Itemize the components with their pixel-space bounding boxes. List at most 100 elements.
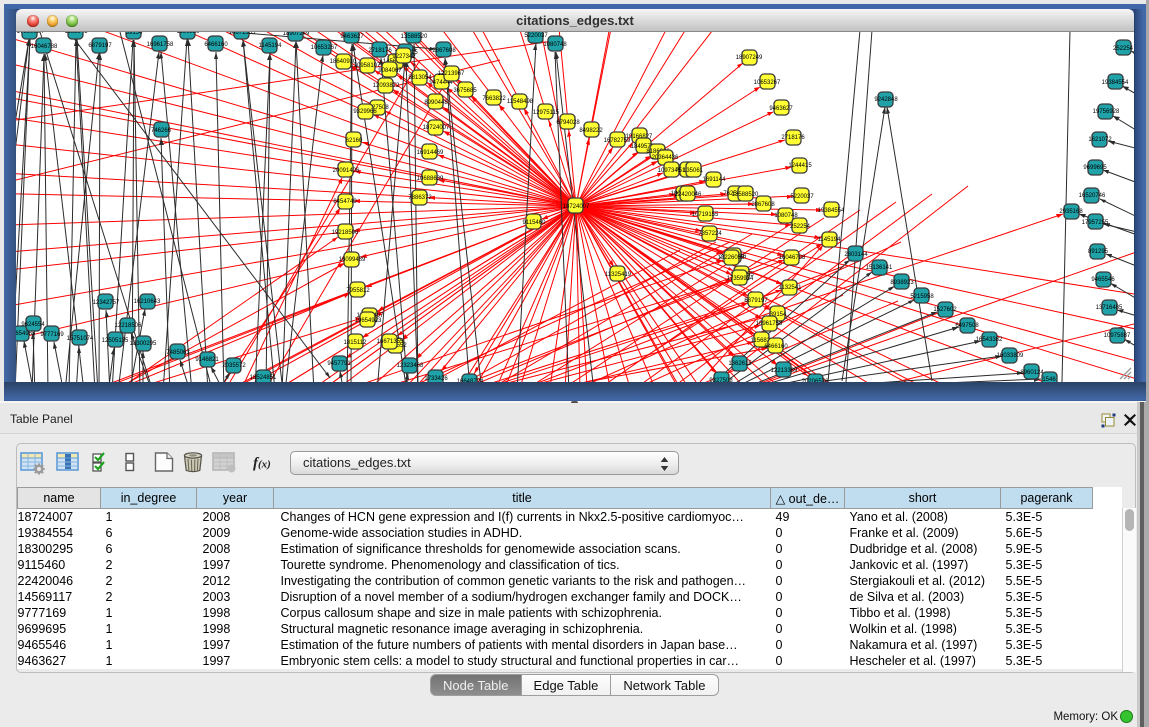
svg-text:2935168: 2935168	[1059, 209, 1083, 215]
svg-text:19384554: 19384554	[818, 208, 845, 214]
svg-text:7357224: 7357224	[698, 231, 722, 237]
svg-text:16046788: 16046788	[779, 255, 806, 261]
svg-text:9463627: 9463627	[340, 34, 364, 40]
svg-text:2803144: 2803144	[844, 252, 868, 258]
svg-text:18907249: 18907249	[283, 32, 310, 37]
svg-text:252254: 252254	[1113, 46, 1134, 52]
svg-text:1145194: 1145194	[818, 237, 842, 243]
svg-text:17957255: 17957255	[1082, 220, 1109, 226]
svg-text:7485063: 7485063	[166, 350, 190, 356]
svg-text:1546: 1546	[1042, 377, 1056, 382]
svg-text:10975887: 10975887	[1104, 333, 1131, 339]
svg-text:12213389: 12213389	[771, 368, 798, 374]
svg-text:22420046: 22420046	[675, 192, 702, 198]
svg-text:18724007: 18724007	[423, 125, 450, 131]
svg-text:13588520: 13588520	[732, 192, 759, 198]
svg-text:12218506: 12218506	[115, 323, 142, 329]
svg-text:1527602: 1527602	[933, 307, 957, 313]
svg-text:1815112: 1815112	[344, 340, 368, 346]
svg-text:19654923: 19654923	[355, 318, 382, 324]
svg-text:16046788: 16046788	[31, 44, 58, 50]
svg-text:10719155: 10719155	[692, 212, 719, 218]
svg-text:9227342: 9227342	[392, 54, 416, 60]
svg-text:16961758: 16961758	[147, 42, 174, 48]
svg-text:1145194: 1145194	[259, 43, 283, 49]
svg-text:2718176: 2718176	[781, 135, 805, 141]
svg-text:7663822: 7663822	[482, 96, 506, 102]
svg-text:8938923: 8938923	[890, 280, 914, 286]
svg-text:18724007: 18724007	[563, 204, 590, 210]
svg-text:12505135: 12505135	[102, 338, 129, 344]
svg-text:16671355: 16671355	[377, 339, 404, 345]
svg-text:5215958: 5215958	[910, 294, 934, 300]
svg-text:252254: 252254	[790, 224, 811, 230]
svg-text:1132541: 1132541	[779, 285, 803, 291]
svg-text:62160: 62160	[346, 138, 363, 144]
svg-text:9624554: 9624554	[21, 322, 45, 328]
svg-text:10958107: 10958107	[354, 63, 381, 69]
svg-text:9146821: 9146821	[195, 357, 219, 363]
svg-text:8454749: 8454749	[333, 199, 357, 205]
svg-text:16210643: 16210643	[134, 299, 161, 305]
svg-text:18907249: 18907249	[736, 55, 763, 61]
svg-text:17359934: 17359934	[17, 32, 44, 35]
svg-text:20364436: 20364436	[652, 155, 679, 161]
svg-text:9327508: 9327508	[709, 378, 733, 382]
svg-text:135061: 135061	[683, 168, 704, 174]
svg-text:17359934: 17359934	[727, 276, 754, 282]
svg-text:13226058: 13226058	[718, 255, 745, 261]
svg-text:6466160: 6466160	[764, 344, 788, 350]
svg-text:6497508: 6497508	[955, 323, 979, 329]
svg-text:8990448: 8990448	[424, 100, 448, 106]
svg-text:18524851: 18524851	[250, 375, 277, 381]
svg-text:7955812: 7955812	[346, 288, 370, 294]
svg-text:8960124: 8960124	[1020, 370, 1044, 376]
svg-text:16033809: 16033809	[997, 353, 1024, 359]
svg-text:6466160: 6466160	[204, 42, 228, 48]
svg-text:1132541: 1132541	[65, 32, 89, 35]
svg-text:16914469: 16914469	[417, 150, 444, 156]
svg-text:9084067: 9084067	[378, 68, 402, 74]
svg-text:7886372: 7886372	[408, 195, 432, 201]
svg-text:20091406: 20091406	[333, 168, 360, 174]
svg-text:746266: 746266	[151, 128, 172, 134]
svg-text:16543382: 16543382	[976, 337, 1003, 343]
svg-text:12342757: 12342757	[93, 300, 120, 306]
svg-text:13716485: 13716485	[1096, 305, 1123, 311]
svg-text:10688639: 10688639	[417, 176, 444, 182]
svg-text:6794028: 6794028	[556, 120, 580, 126]
svg-text:12093872: 12093872	[373, 83, 400, 89]
svg-text:1691144: 1691144	[703, 177, 727, 183]
svg-text:6879197: 6879197	[744, 298, 768, 304]
svg-text:16961758: 16961758	[756, 321, 783, 327]
svg-text:9457791: 9457791	[327, 361, 351, 367]
svg-text:891295: 891295	[1088, 249, 1109, 255]
svg-text:1080748: 1080748	[543, 42, 567, 48]
svg-text:11325419: 11325419	[605, 272, 632, 278]
svg-text:9463627: 9463627	[769, 106, 793, 112]
svg-text:12323468: 12323468	[397, 363, 424, 369]
svg-text:19654983: 19654983	[16, 331, 36, 337]
svg-text:1362615: 1362615	[728, 361, 752, 367]
svg-text:5220037: 5220037	[790, 194, 814, 200]
svg-text:19384554: 19384554	[1102, 80, 1129, 86]
svg-text:16671355: 16671355	[229, 32, 256, 36]
svg-text:9699695: 9699695	[1083, 165, 1107, 171]
svg-text:10653267: 10653267	[311, 45, 338, 51]
svg-text:9777169: 9777169	[40, 332, 64, 338]
svg-text:2867608: 2867608	[432, 48, 456, 54]
svg-text:2718176: 2718176	[368, 48, 392, 54]
svg-text:2035572: 2035572	[222, 363, 246, 369]
svg-text:11548498: 11548498	[507, 99, 534, 105]
svg-text:39154: 39154	[126, 32, 143, 36]
svg-text:6879197: 6879197	[88, 43, 112, 49]
svg-text:20206576: 20206576	[802, 379, 829, 382]
svg-text:15751074: 15751074	[67, 336, 94, 342]
svg-text:9329966: 9329966	[353, 109, 377, 115]
svg-text:2867608: 2867608	[751, 202, 775, 208]
svg-text:5220037: 5220037	[524, 33, 548, 39]
svg-text:9115460: 9115460	[523, 220, 547, 226]
svg-text:f(x): f(x)	[253, 455, 271, 471]
svg-text:16520746: 16520746	[1079, 193, 1106, 199]
svg-text:10653267: 10653267	[754, 80, 781, 86]
